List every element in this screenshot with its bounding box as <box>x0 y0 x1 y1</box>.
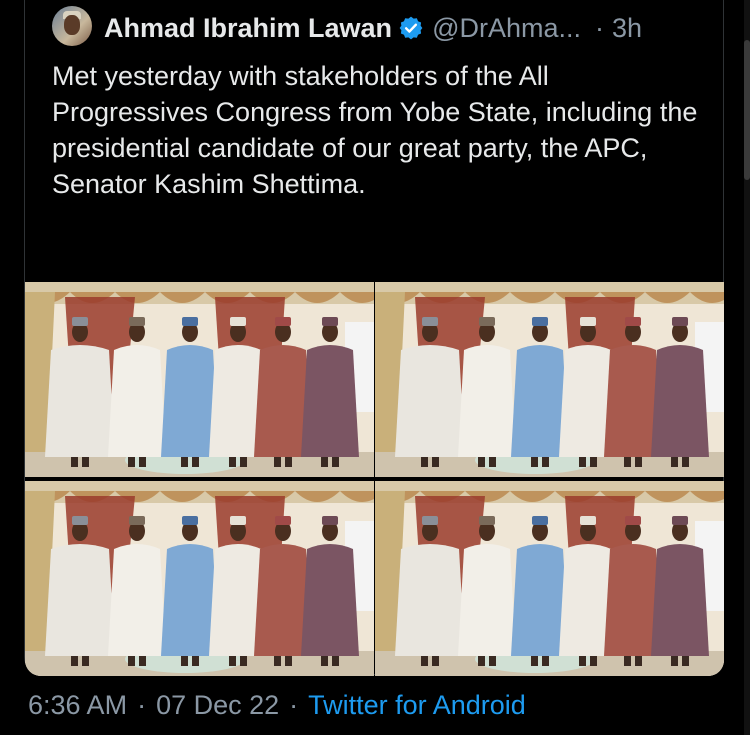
author-name[interactable]: Ahmad Ibrahim Lawan <box>104 13 392 44</box>
photo-2[interactable] <box>375 282 724 477</box>
avatar-face <box>64 15 80 35</box>
footer-time[interactable]: 6:36 AM <box>28 690 127 720</box>
author-handle[interactable]: @DrAhma... <box>432 13 581 44</box>
author-avatar[interactable] <box>52 6 92 46</box>
group-photo-icon <box>375 282 724 477</box>
scrollbar-thumb[interactable] <box>744 40 750 180</box>
media-grid <box>25 282 724 676</box>
photo-1[interactable] <box>25 282 374 477</box>
header-separator: · <box>595 12 604 43</box>
verified-badge-icon <box>398 15 424 41</box>
photo-3[interactable] <box>25 481 374 676</box>
footer-separator-1: · <box>137 690 147 720</box>
relative-time[interactable]: 3h <box>612 13 642 44</box>
tweet-text: Met yesterday with stakeholders of the A… <box>52 61 698 199</box>
tweet-footer: 6:36 AM · 07 Dec 22 · Twitter for Android <box>28 690 526 721</box>
scrollbar[interactable] <box>744 0 750 735</box>
footer-separator-2: · <box>289 690 299 720</box>
footer-source-link[interactable]: Twitter for Android <box>308 690 526 720</box>
footer-date[interactable]: 07 Dec 22 <box>156 690 279 720</box>
group-photo-icon <box>375 481 724 676</box>
tweet-header: Ahmad Ibrahim Lawan @DrAhma... · 3h <box>104 8 642 48</box>
group-photo-icon <box>25 282 374 477</box>
group-photo-icon <box>25 481 374 676</box>
photo-4[interactable] <box>375 481 724 676</box>
